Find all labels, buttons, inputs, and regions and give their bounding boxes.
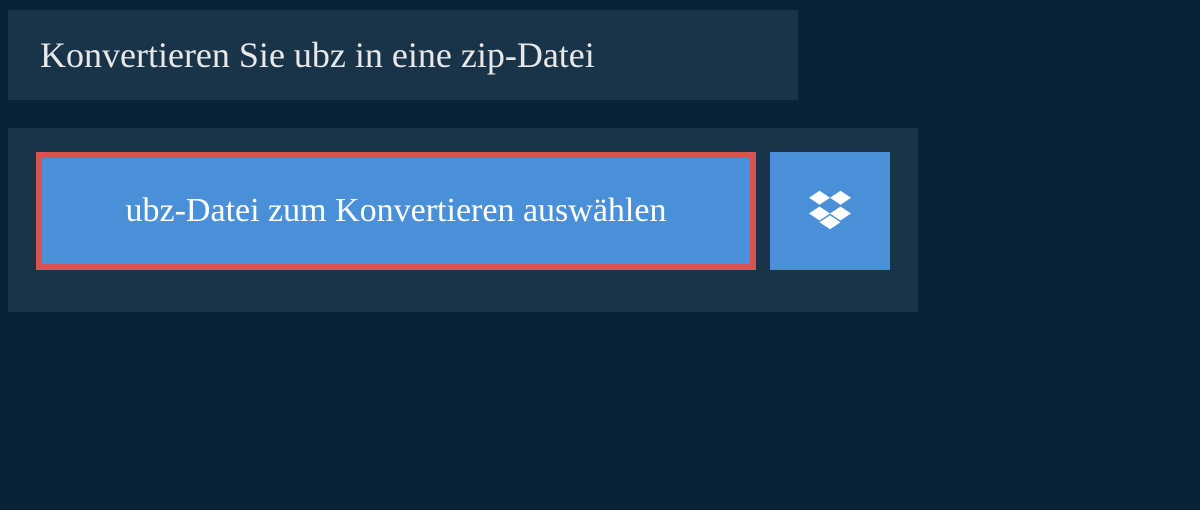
select-file-button[interactable]: ubz-Datei zum Konvertieren auswählen <box>36 152 756 270</box>
page-title: Konvertieren Sie ubz in eine zip-Datei <box>8 10 798 100</box>
dropbox-icon <box>809 189 851 234</box>
upload-panel: ubz-Datei zum Konvertieren auswählen <box>8 128 918 312</box>
select-file-label: ubz-Datei zum Konvertieren auswählen <box>126 192 667 229</box>
dropbox-button[interactable] <box>770 152 890 270</box>
page-title-text: Konvertieren Sie ubz in eine zip-Datei <box>40 35 595 75</box>
